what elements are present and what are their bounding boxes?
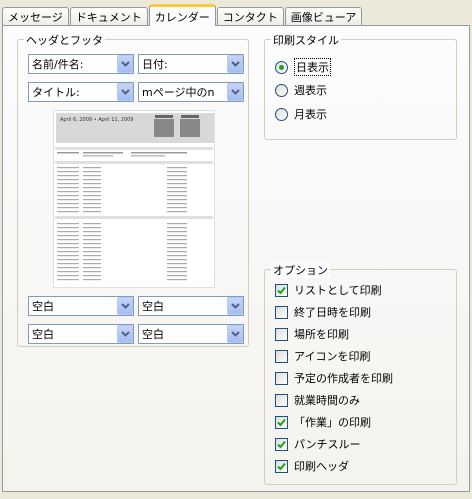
chevron-down-icon[interactable] [117, 297, 133, 315]
preview-body-lines [55, 147, 213, 281]
radio-selected-icon[interactable] [275, 60, 288, 74]
checkbox-unchecked-icon[interactable] [275, 305, 288, 319]
footer2-left-value: 空白 [32, 328, 54, 341]
option-print-organizer[interactable]: 予定の作成者を印刷 [275, 370, 393, 386]
radio-week-view-label: 週表示 [294, 84, 327, 97]
chevron-down-icon[interactable] [117, 325, 133, 343]
option-print-end-time[interactable]: 終了日時を印刷 [275, 304, 371, 320]
header-right-select[interactable]: 日付: [138, 54, 244, 74]
header-footer-group: ヘッダとフッタ 名前/件名: 日付: タイトル: mページ中のn April 6… [17, 32, 249, 347]
option-print-tasks[interactable]: 「作業」の印刷 [275, 414, 371, 430]
checkbox-unchecked-icon[interactable] [275, 327, 288, 341]
print-style-title: 印刷スタイル [271, 32, 341, 48]
option-print-header[interactable]: 印刷ヘッダ [275, 458, 349, 474]
mini-calendar-icon [154, 115, 174, 137]
tab-strip: メッセージ ドキュメント カレンダー コンタクト 画像ビューア [2, 4, 363, 26]
option-label: 「作業」の印刷 [294, 416, 371, 429]
options-group: オプション リストとして印刷 終了日時を印刷 場所を印刷 アイコンを印刷 予定の… [264, 262, 457, 485]
chevron-down-icon[interactable] [227, 55, 243, 73]
footer-left-value: 空白 [32, 300, 54, 313]
footer-left-select[interactable]: 空白 [28, 296, 134, 316]
header-left-value: 名前/件名: [32, 58, 84, 71]
checkbox-checked-icon[interactable] [275, 459, 288, 473]
tab-calendar[interactable]: カレンダー [148, 4, 216, 26]
radio-unselected-icon[interactable] [275, 83, 288, 97]
option-label: パンチスルー [294, 438, 361, 451]
radio-day-view[interactable]: 日表示 [275, 58, 331, 76]
preview-header-band: April 6, 2009 • April 11, 2009 [56, 113, 214, 143]
chevron-down-icon[interactable] [227, 325, 243, 343]
header2-right-value: mページ中のn [142, 86, 215, 99]
radio-unselected-icon[interactable] [275, 107, 288, 121]
radio-week-view[interactable]: 週表示 [275, 82, 327, 98]
option-punch-through[interactable]: パンチスルー [275, 436, 361, 452]
tab-messages[interactable]: メッセージ [2, 7, 69, 26]
page-preview: April 6, 2009 • April 11, 2009 [53, 110, 215, 288]
header2-left-value: タイトル: [32, 86, 80, 99]
header-footer-title: ヘッダとフッタ [24, 32, 105, 48]
chevron-down-icon[interactable] [227, 83, 243, 101]
option-print-as-list[interactable]: リストとして印刷 [275, 282, 382, 298]
header-right-value: 日付: [142, 58, 168, 71]
option-work-hours-only[interactable]: 就業時間のみ [275, 392, 360, 408]
checkbox-unchecked-icon[interactable] [275, 393, 288, 407]
option-label: 就業時間のみ [294, 394, 360, 407]
chevron-down-icon[interactable] [117, 55, 133, 73]
options-title: オプション [271, 262, 330, 278]
checkbox-unchecked-icon[interactable] [275, 349, 288, 363]
footer2-left-select[interactable]: 空白 [28, 324, 134, 344]
option-label: 予定の作成者を印刷 [294, 372, 393, 385]
footer-right-value: 空白 [142, 300, 164, 313]
chevron-down-icon[interactable] [227, 297, 243, 315]
header2-right-select[interactable]: mページ中のn [138, 82, 244, 102]
option-print-icons[interactable]: アイコンを印刷 [275, 348, 370, 364]
option-label: アイコンを印刷 [294, 350, 371, 363]
tab-contacts[interactable]: コンタクト [216, 7, 284, 26]
tab-image-viewer[interactable]: 画像ビューア [284, 7, 363, 26]
radio-month-view-label: 月表示 [294, 108, 327, 121]
option-label: リストとして印刷 [294, 284, 382, 297]
option-label: 終了日時を印刷 [294, 306, 371, 319]
option-label: 場所を印刷 [294, 328, 349, 341]
calendar-tab-panel: ヘッダとフッタ 名前/件名: 日付: タイトル: mページ中のn April 6… [2, 25, 470, 492]
footer2-right-value: 空白 [142, 328, 164, 341]
radio-day-view-label: 日表示 [294, 58, 331, 76]
checkbox-checked-icon[interactable] [275, 437, 288, 451]
print-style-group: 印刷スタイル 日表示 週表示 月表示 [264, 32, 457, 140]
mini-calendar-icon [180, 115, 200, 137]
option-print-location[interactable]: 場所を印刷 [275, 326, 349, 342]
footer2-right-select[interactable]: 空白 [138, 324, 244, 344]
header2-left-select[interactable]: タイトル: [28, 82, 134, 102]
checkbox-checked-icon[interactable] [275, 415, 288, 429]
header-left-select[interactable]: 名前/件名: [28, 54, 134, 74]
preview-heading: April 6, 2009 • April 11, 2009 [60, 117, 134, 123]
chevron-down-icon[interactable] [117, 83, 133, 101]
tab-documents[interactable]: ドキュメント [69, 7, 148, 26]
checkbox-checked-icon[interactable] [275, 283, 288, 297]
checkbox-unchecked-icon[interactable] [275, 371, 288, 385]
footer-right-select[interactable]: 空白 [138, 296, 244, 316]
radio-month-view[interactable]: 月表示 [275, 106, 327, 122]
option-label: 印刷ヘッダ [294, 460, 349, 473]
